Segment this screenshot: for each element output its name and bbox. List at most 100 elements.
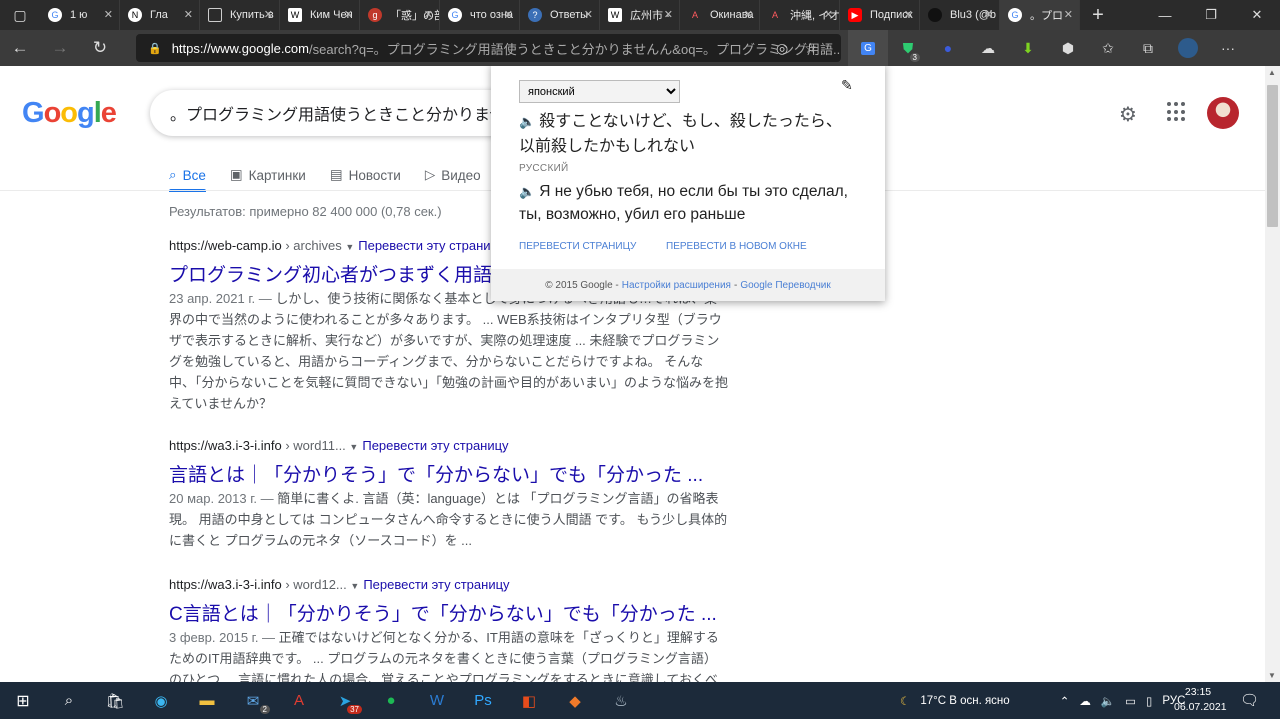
browser-tab[interactable]: N Гла ✕ bbox=[120, 0, 200, 30]
browser-tab[interactable]: ? Ответы ✕ bbox=[520, 0, 600, 30]
photoshop-icon[interactable]: Ps bbox=[460, 682, 506, 719]
tab-news[interactable]: ▤ Новости bbox=[330, 160, 401, 190]
chevron-down-icon[interactable]: ▼ bbox=[349, 442, 358, 452]
more-menu-icon[interactable]: ··· bbox=[1208, 30, 1248, 66]
edit-pencil-icon[interactable]: ✎ bbox=[841, 77, 853, 94]
browser-tab[interactable]: Купить в ✕ bbox=[200, 0, 280, 30]
translate-page-link[interactable]: Перевести эту страницу bbox=[363, 577, 509, 592]
file-explorer-icon[interactable]: ▬ bbox=[184, 682, 230, 719]
google-translate-link[interactable]: Google Переводчик bbox=[740, 280, 830, 291]
weather-text[interactable]: 17°C В осн. ясно bbox=[920, 695, 1009, 707]
close-icon[interactable]: ✕ bbox=[984, 8, 993, 21]
tab-video[interactable]: ▷ Видео bbox=[425, 160, 481, 190]
translate-new-window-link[interactable]: ПЕРЕВЕСТИ В НОВОМ ОКНЕ bbox=[666, 241, 807, 252]
weather-moon-icon[interactable]: ☾ bbox=[900, 694, 910, 708]
chevron-down-icon[interactable]: ▼ bbox=[350, 581, 359, 591]
favorites-icon[interactable]: ✩ bbox=[1088, 30, 1128, 66]
globe-extension-icon[interactable]: ● bbox=[928, 30, 968, 66]
close-icon[interactable]: ✕ bbox=[344, 8, 353, 21]
scrollbar-thumb[interactable] bbox=[1267, 85, 1278, 227]
browser-tab[interactable]: A Окинава ✕ bbox=[680, 0, 760, 30]
office-icon[interactable]: ◧ bbox=[506, 682, 552, 719]
reload-icon[interactable]: ↻ bbox=[80, 30, 120, 66]
address-bar[interactable]: 🔒 https://www.google.com/search?q=。プログラミ… bbox=[136, 34, 841, 62]
shield-extension-icon[interactable]: ⛊ 3 bbox=[888, 30, 928, 66]
browser-tab[interactable]: ▶ Подписк ✕ bbox=[840, 0, 920, 30]
close-icon[interactable]: ✕ bbox=[264, 8, 273, 21]
back-icon[interactable]: ← bbox=[0, 30, 40, 66]
new-tab-button[interactable]: + bbox=[1080, 0, 1116, 30]
speaker-icon[interactable]: 🔈 bbox=[519, 114, 535, 129]
translate-page-link[interactable]: Перевести эту страницу bbox=[362, 438, 508, 453]
location-icon[interactable]: ◎ bbox=[776, 40, 788, 57]
search-icon[interactable]: ⌕ bbox=[46, 682, 92, 719]
result-title[interactable]: 言語とは｜「分かりそう」で「分からない」でも「分かった ... bbox=[169, 460, 729, 486]
notifications-icon[interactable]: 🗨 bbox=[1240, 691, 1259, 709]
result-title[interactable]: C言語とは｜「分かりそう」で「分からない」でも「分かった ... bbox=[169, 599, 729, 625]
translate-page-link[interactable]: ПЕРЕВЕСТИ СТРАНИЦУ bbox=[519, 241, 636, 252]
close-icon[interactable]: ✕ bbox=[824, 8, 833, 21]
settings-gear-icon[interactable]: ⚙ bbox=[1119, 102, 1137, 127]
collections-icon[interactable]: ⧉ bbox=[1128, 30, 1168, 66]
source-language-select[interactable]: японский bbox=[519, 80, 680, 103]
minimize-icon[interactable]: — bbox=[1142, 0, 1188, 30]
scroll-up-icon[interactable]: ▲ bbox=[1268, 68, 1276, 77]
close-icon[interactable]: ✕ bbox=[1064, 8, 1073, 21]
translate-page-link[interactable]: Перевести эту страниц bbox=[358, 238, 498, 253]
close-icon[interactable]: ✕ bbox=[424, 8, 433, 21]
browser-tab[interactable]: A 沖縄, イオ ✕ bbox=[760, 0, 840, 30]
close-icon[interactable]: ✕ bbox=[744, 8, 753, 21]
battery-icon[interactable]: ▯ bbox=[1146, 694, 1152, 708]
google-logo[interactable]: Google bbox=[22, 97, 117, 130]
cloud-extension-icon[interactable]: ☁ bbox=[968, 30, 1008, 66]
google-translate-extension-icon[interactable]: G bbox=[848, 30, 888, 66]
puzzle-extension-icon[interactable]: ⬢ bbox=[1048, 30, 1088, 66]
clock[interactable]: 23:15 06.07.2021 bbox=[1174, 685, 1227, 715]
close-icon[interactable]: ✕ bbox=[584, 8, 593, 21]
close-icon[interactable]: ✕ bbox=[104, 8, 113, 21]
close-icon[interactable]: ✕ bbox=[184, 8, 193, 21]
close-icon[interactable]: ✕ bbox=[664, 8, 673, 21]
extension-settings-link[interactable]: Настройки расширения bbox=[622, 280, 731, 291]
close-icon[interactable]: ✕ bbox=[504, 8, 513, 21]
tab-all[interactable]: ⌕ Все bbox=[169, 160, 206, 192]
close-window-icon[interactable]: ✕ bbox=[1234, 0, 1280, 30]
profile-avatar-icon[interactable] bbox=[1168, 30, 1208, 66]
lock-icon[interactable]: 🔒 bbox=[148, 42, 162, 55]
account-avatar[interactable] bbox=[1207, 97, 1239, 129]
store-icon[interactable]: 🛍 bbox=[92, 682, 138, 719]
browser-tab[interactable]: W Ким Чен ✕ bbox=[280, 0, 360, 30]
volume-icon[interactable]: 🔈 bbox=[1101, 694, 1115, 708]
maximize-icon[interactable]: ❐ bbox=[1188, 0, 1234, 30]
windows-start-icon[interactable]: ⊞ bbox=[0, 682, 46, 719]
download-extension-icon[interactable]: ⬇ bbox=[1008, 30, 1048, 66]
mail-icon[interactable]: ✉ 2 bbox=[230, 682, 276, 719]
browser-app-icon[interactable]: ◆ bbox=[552, 682, 598, 719]
word-icon[interactable]: W bbox=[414, 682, 460, 719]
browser-tab[interactable]: Gчто озна ✕ bbox=[440, 0, 520, 30]
result-url[interactable]: https://wa3.i-3-i.info › word12... ▼ Пере… bbox=[169, 577, 729, 595]
result-url[interactable]: https://wa3.i-3-i.info › word11... ▼ Пере… bbox=[169, 438, 729, 456]
chevron-up-icon[interactable]: ⌃ bbox=[1060, 694, 1070, 708]
browser-tab[interactable]: Blu3 (@b ✕ bbox=[920, 0, 1000, 30]
edge-icon[interactable]: ◉ bbox=[138, 682, 184, 719]
browser-tab[interactable]: W 広州市 - ✕ bbox=[600, 0, 680, 30]
onedrive-icon[interactable]: ☁ bbox=[1079, 694, 1091, 708]
speaker-icon[interactable]: 🔈 bbox=[519, 184, 535, 199]
telegram-icon[interactable]: ➤ 37 bbox=[322, 682, 368, 719]
google-apps-icon[interactable] bbox=[1167, 102, 1187, 122]
network-icon[interactable]: ▭ bbox=[1125, 694, 1136, 708]
acrobat-icon[interactable]: A bbox=[276, 682, 322, 719]
page-scrollbar[interactable]: ▲ ▼ bbox=[1265, 66, 1280, 682]
browser-tab[interactable]: G 1 ю ✕ bbox=[40, 0, 120, 30]
browser-tab[interactable]: g 「惑」の部 ✕ bbox=[360, 0, 440, 30]
favorite-star-icon[interactable]: ☆ bbox=[804, 40, 817, 57]
tab-actions-menu-icon[interactable]: ▢ bbox=[0, 0, 40, 30]
tab-images[interactable]: ▣ Картинки bbox=[230, 160, 306, 190]
chevron-down-icon[interactable]: ▼ bbox=[345, 242, 354, 252]
forward-icon[interactable]: → bbox=[40, 30, 80, 66]
steam-icon[interactable]: ♨ bbox=[598, 682, 644, 719]
scroll-down-icon[interactable]: ▼ bbox=[1268, 671, 1276, 680]
browser-tab-active[interactable]: G 。プロ ✕ bbox=[1000, 0, 1080, 30]
close-icon[interactable]: ✕ bbox=[904, 8, 913, 21]
